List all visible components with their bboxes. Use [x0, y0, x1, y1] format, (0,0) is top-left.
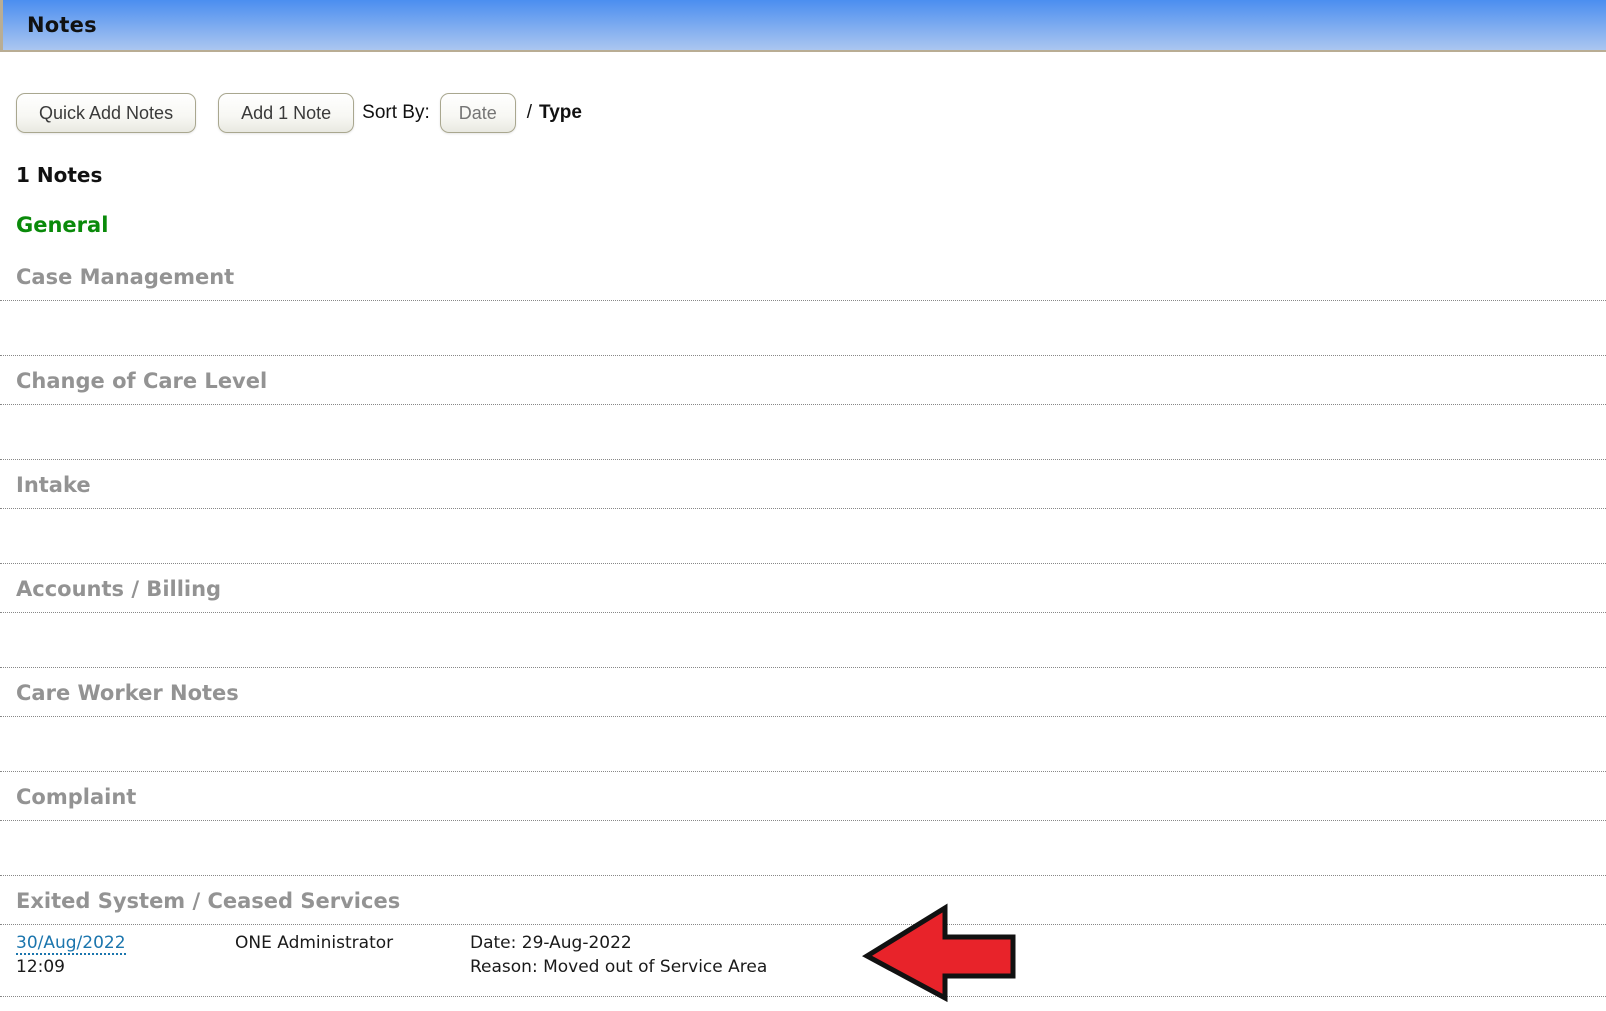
category-heading-general: General — [16, 213, 109, 237]
notes-toolbar: Quick Add Notes Add 1 Note Sort By: Date… — [16, 93, 1606, 133]
category-empty-row — [0, 405, 1606, 460]
note-detail: Date: 29-Aug-2022 Reason: Moved out of S… — [470, 931, 1606, 979]
category-empty-row — [0, 613, 1606, 668]
sort-by-label: Sort By: — [362, 102, 430, 123]
category-heading-intake: Intake — [0, 460, 1606, 509]
category-heading-care-worker-notes: Care Worker Notes — [0, 668, 1606, 717]
sort-separator: / — [526, 102, 533, 123]
note-time: 12:09 — [16, 957, 65, 977]
category-empty-row — [0, 301, 1606, 356]
category-empty-row — [0, 509, 1606, 564]
add-note-button[interactable]: Add 1 Note — [218, 93, 355, 133]
category-heading-exited-system: Exited System / Ceased Services — [0, 876, 1606, 925]
note-detail-reason: Reason: Moved out of Service Area — [470, 957, 768, 977]
note-detail-date: Date: 29-Aug-2022 — [470, 933, 632, 953]
quick-add-notes-button[interactable]: Quick Add Notes — [16, 93, 197, 133]
note-author: ONE Administrator — [235, 933, 394, 953]
notes-count: 1 Notes — [16, 163, 103, 187]
category-heading-accounts-billing: Accounts / Billing — [0, 564, 1606, 613]
category-empty-row — [0, 717, 1606, 772]
category-empty-row — [0, 821, 1606, 876]
notes-header-bar: Notes — [0, 0, 1606, 52]
note-date-link[interactable]: 30/Aug/2022 — [16, 933, 126, 955]
sort-type-label: Type — [539, 102, 582, 123]
sort-date-button[interactable]: Date — [439, 93, 516, 133]
category-heading-complaint: Complaint — [0, 772, 1606, 821]
category-heading-change-of-care-level: Change of Care Level — [0, 356, 1606, 405]
page-title: Notes — [27, 13, 97, 37]
note-date-column: 30/Aug/2022 12:09 — [16, 931, 235, 979]
category-list: General Case Management Change of Care L… — [0, 213, 1606, 997]
category-heading-case-management: Case Management — [0, 252, 1606, 301]
note-row: 30/Aug/2022 12:09 ONE Administrator Date… — [0, 925, 1606, 997]
